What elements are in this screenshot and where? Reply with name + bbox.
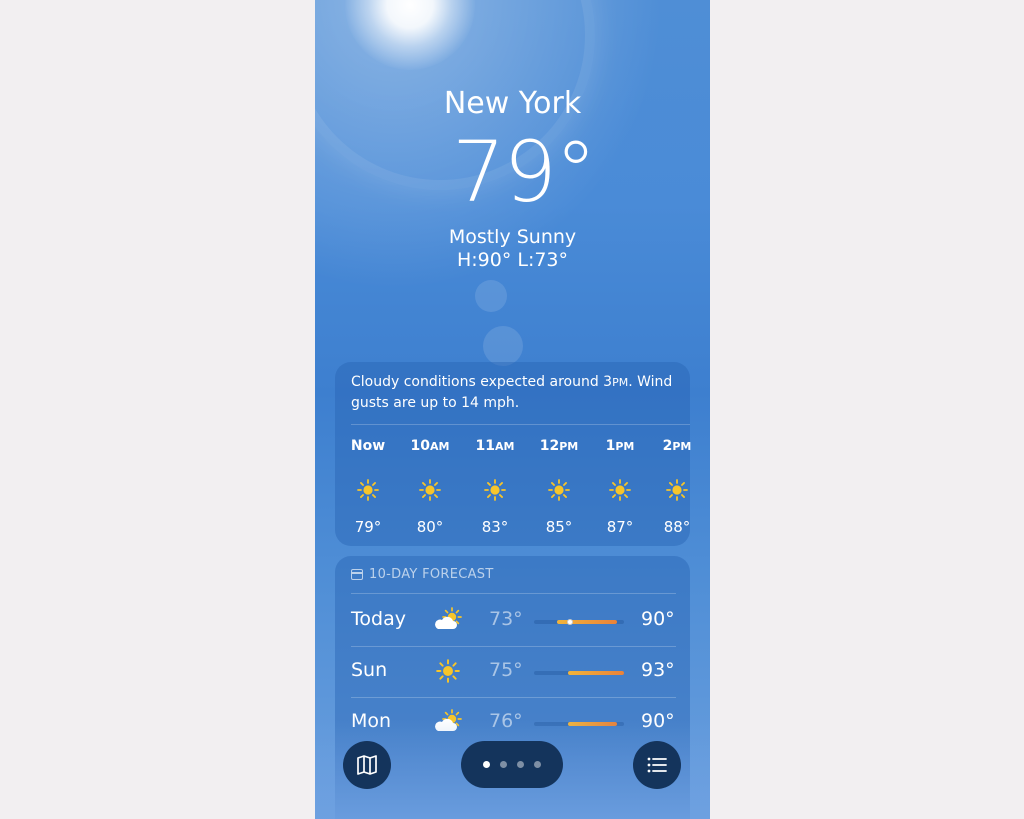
temperature-range-fill: [568, 671, 624, 675]
condition-text: Mostly Sunny: [448, 226, 577, 248]
high-temperature: 93°: [641, 659, 675, 681]
hourly-forecast-card[interactable]: Cloudy conditions expected around 3PM. W…: [335, 362, 691, 546]
temperature-range-bar: [534, 671, 624, 675]
page-dot[interactable]: [500, 761, 507, 768]
weather-screen: New York 79° Mostly Sunny H:90° L:73° Cl…: [315, 0, 710, 819]
day-label: Today: [351, 608, 406, 630]
temperature-range-fill: [556, 620, 617, 624]
map-button[interactable]: [343, 741, 391, 789]
hour-label: 10AM: [410, 438, 450, 454]
forecast-header-label: 10-DAY FORECAST: [369, 567, 494, 582]
hour-temperature: 87°: [606, 518, 634, 536]
forecast-header: 10-DAY FORECAST: [351, 567, 494, 582]
calendar-icon: [351, 569, 363, 580]
high-temperature: 90°: [641, 608, 675, 630]
page-indicator[interactable]: [461, 741, 563, 788]
hour-temperature: 83°: [481, 518, 509, 536]
hour-item: 1PM 87°: [595, 438, 645, 536]
current-temperature: 79°: [452, 123, 597, 221]
current-temperature-marker: [567, 619, 573, 625]
hour-item: 2PM 88°: [652, 438, 702, 536]
list-button[interactable]: [633, 741, 681, 789]
sun-icon: [547, 478, 571, 502]
hour-temperature: 88°: [663, 518, 691, 536]
hour-temperature: 80°: [416, 518, 444, 536]
temperature-range-bar: [534, 619, 624, 625]
hour-item: 12PM 85°: [534, 438, 584, 536]
hour-item: Now 79°: [343, 438, 393, 536]
hour-label: 2PM: [662, 438, 692, 454]
sun-icon: [665, 478, 689, 502]
day-label: Sun: [351, 659, 388, 681]
hour-item: 11AM 83°: [470, 438, 520, 536]
sun-icon: [418, 478, 442, 502]
hour-label: 1PM: [605, 438, 635, 454]
hour-label: 11AM: [475, 438, 515, 454]
lens-flare: [483, 326, 523, 366]
page-dot[interactable]: [517, 761, 524, 768]
sun-icon: [608, 478, 632, 502]
lens-flare: [475, 280, 507, 312]
high-low-text: H:90° L:73°: [456, 249, 569, 271]
forecast-row[interactable]: Sun 75° 93°: [351, 647, 676, 697]
partly-cloudy-icon: [433, 607, 463, 633]
page-dot[interactable]: [483, 761, 490, 768]
city-name: New York: [443, 86, 582, 121]
hour-label: 12PM: [539, 438, 579, 454]
low-temperature: 73°: [489, 608, 523, 630]
sun-icon: [356, 478, 380, 502]
low-temperature: 75°: [489, 659, 523, 681]
list-icon: [647, 757, 667, 773]
forecast-row[interactable]: Today 73° 90°: [351, 596, 676, 646]
divider: [351, 424, 690, 425]
hour-item: 10AM 80°: [405, 438, 455, 536]
page-dot[interactable]: [534, 761, 541, 768]
sun-icon: [483, 478, 507, 502]
sun-icon: [433, 658, 463, 684]
map-icon: [357, 755, 377, 775]
hour-label: Now: [350, 438, 386, 454]
hour-temperature: 79°: [354, 518, 382, 536]
divider: [351, 593, 676, 594]
hour-temperature: 85°: [545, 518, 573, 536]
forecast-summary: Cloudy conditions expected around 3PM. W…: [351, 374, 673, 411]
